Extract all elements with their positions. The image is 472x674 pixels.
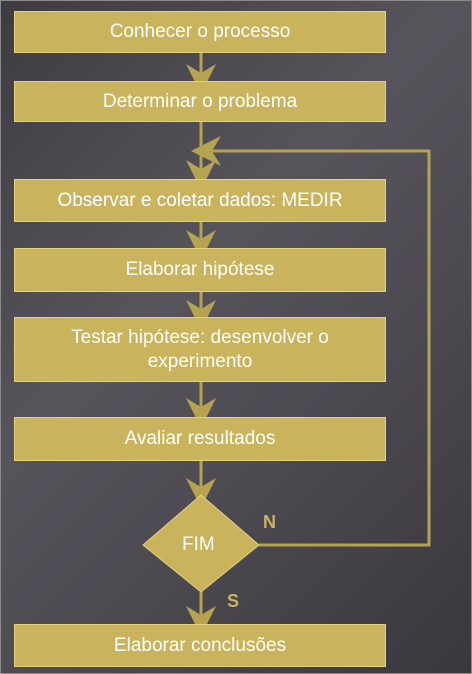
yes-branch-label: S <box>227 591 240 611</box>
step-elaborar-conclusoes: Elaborar conclusões <box>14 624 386 667</box>
step-determinar-problema: Determinar o problema <box>14 81 386 122</box>
step-avaliar-resultados: Avaliar resultados <box>14 417 386 461</box>
step-elaborar-hipotese: Elaborar hipótese <box>14 248 386 292</box>
step-testar-hipotese: Testar hipótese: desenvolver o experimen… <box>14 317 386 382</box>
step-conhecer-processo: Conhecer o processo <box>14 11 386 53</box>
flowchart-slide: Conhecer o processo Determinar o problem… <box>0 0 472 674</box>
step-observar-coletar: Observar e coletar dados: MEDIR <box>14 179 386 222</box>
decision-label: FIM <box>182 534 215 555</box>
no-branch-label: N <box>263 512 276 532</box>
